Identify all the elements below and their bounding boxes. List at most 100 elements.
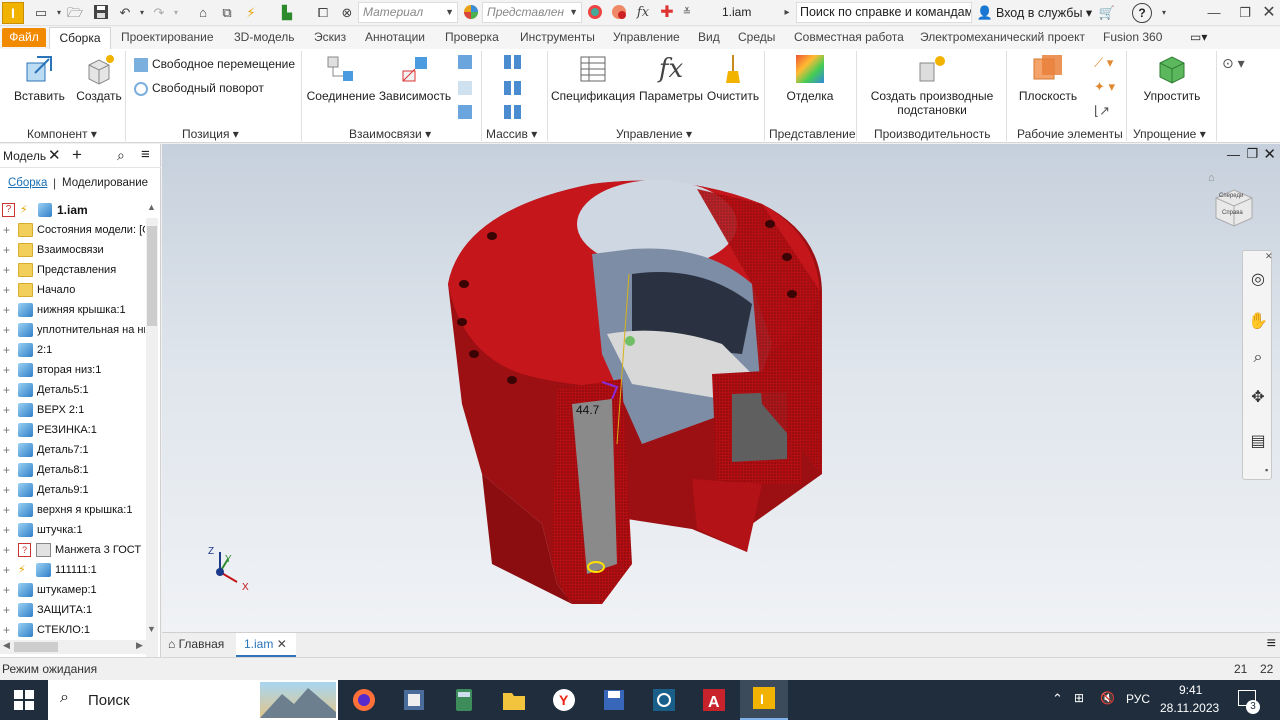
document-tab-close-icon[interactable]: ✕ [277, 637, 287, 651]
document-tab-1iam[interactable]: 1.iam ✕ [236, 633, 296, 657]
tree-item[interactable]: + вторая низ:1 [0, 360, 145, 380]
ucs-icon[interactable]: ⌊↗ [1094, 103, 1110, 119]
tree-item[interactable]: + ВЕРХ 2:1 [0, 400, 145, 420]
tab-annotate[interactable]: Аннотации [365, 30, 425, 44]
help-search-input[interactable]: Поиск по справке и командам. [796, 2, 972, 23]
pan-hand-icon[interactable]: ✋ [1247, 311, 1269, 333]
redo-dropdown-icon[interactable]: ▾ [167, 4, 185, 22]
valve-assembly-model[interactable] [448, 180, 822, 604]
create-derived-substitutes-button[interactable]: Создать производные подстановки [866, 53, 998, 117]
calculator-icon[interactable] [444, 684, 484, 716]
panel-title-position[interactable]: Позиция ▾ [182, 127, 239, 141]
material-combo[interactable]: Материал ▼ [358, 2, 458, 23]
expand-icon[interactable]: + [3, 460, 13, 480]
panel-title-simplify[interactable]: Упрощение ▾ [1133, 127, 1206, 141]
hide-relations-icon[interactable] [458, 81, 472, 95]
subtab-modeling[interactable]: Моделирование [62, 177, 148, 189]
add-icon[interactable]: ✚ [658, 4, 676, 22]
simplify-button[interactable]: Упростить [1140, 53, 1204, 103]
tray-expand-icon[interactable]: ⌃ [1052, 691, 1063, 707]
undo-icon[interactable]: ↶ [116, 4, 134, 22]
browser-search-icon[interactable]: ⌕ [117, 147, 125, 164]
open-folder-icon[interactable]: 🗁 [66, 4, 84, 22]
new-file-icon[interactable]: ▭ [32, 4, 50, 22]
tab-environments[interactable]: Среды [738, 30, 775, 44]
navbar-close-icon[interactable]: ✕ [1265, 251, 1273, 262]
ribbon-options-icon[interactable]: ⊙ ▾ [1222, 55, 1245, 72]
browser-hscrollbar-thumb[interactable] [14, 642, 58, 652]
browser-menu-icon[interactable]: ≡ [141, 146, 150, 163]
plane-button[interactable]: Плоскость [1016, 53, 1080, 103]
save-app-icon[interactable] [594, 684, 634, 716]
update-icon[interactable]: ⚡ [242, 4, 260, 22]
expand-icon[interactable]: + [3, 380, 13, 400]
orbit-icon[interactable]: ✥ [1247, 387, 1269, 409]
expand-icon[interactable]: + [3, 500, 13, 520]
tab-3d-model[interactable]: 3D-модель [234, 30, 295, 44]
tree-item[interactable]: + ⚡ 111111:1 [0, 560, 145, 580]
expand-icon[interactable]: + [3, 220, 13, 240]
tab-collaborate[interactable]: Совместная работа [794, 30, 904, 44]
finish-button[interactable]: Отделка [780, 53, 840, 103]
language-indicator[interactable]: РУС [1126, 692, 1150, 706]
appearance-override-icon[interactable] [586, 4, 604, 22]
fx-icon[interactable]: fx [634, 4, 652, 22]
expand-icon[interactable]: + [3, 420, 13, 440]
select-icon[interactable]: ⧠ [314, 4, 332, 22]
parameters-button[interactable]: fx Параметры [638, 53, 704, 103]
expand-icon[interactable]: + [3, 240, 13, 260]
clock-time[interactable]: 9:41 [1179, 683, 1202, 697]
minimize-icon[interactable]: — [1205, 4, 1223, 22]
purge-button[interactable]: Очистить [706, 53, 760, 103]
clock-date[interactable]: 28.11.2023 [1160, 701, 1219, 715]
taskbar-search[interactable]: ⌕ Поиск [48, 680, 338, 720]
help-icon[interactable]: ? [1132, 3, 1152, 23]
appearance-icon[interactable]: ⊗ [338, 4, 356, 22]
tab-fusion360[interactable]: Fusion 360 [1103, 30, 1162, 44]
expand-icon[interactable]: + [3, 480, 13, 500]
look-at-icon[interactable]: ▤ [1247, 431, 1269, 453]
navisworks-icon[interactable] [644, 684, 684, 716]
viewcube-right-face[interactable]: Справа [1222, 210, 1243, 216]
app-tool-icon[interactable] [394, 684, 434, 716]
panel-title-relations[interactable]: Взаимосвязи ▾ [349, 127, 431, 141]
expand-icon[interactable]: + [3, 520, 13, 540]
copy-components-icon[interactable] [504, 105, 522, 119]
scroll-down-icon[interactable]: ▼ [147, 624, 156, 634]
firefox-icon[interactable] [344, 684, 384, 716]
viewcube-home-icon[interactable]: ⌂ [1208, 172, 1215, 184]
home-icon[interactable]: ⌂ [194, 4, 212, 22]
browser-close-icon[interactable]: ✕ [48, 146, 61, 164]
viewport-close-icon[interactable]: ✕ [1263, 145, 1276, 163]
panel-title-manage[interactable]: Управление ▾ [616, 127, 692, 141]
tab-inspect[interactable]: Проверка [445, 30, 499, 44]
viewport-minimize-icon[interactable]: — [1227, 147, 1240, 162]
tree-item[interactable]: + Представления [0, 260, 145, 280]
measure-icon[interactable]: ▙ [278, 4, 296, 22]
tree-item[interactable]: +? Манжета 3 ГОСТ : [0, 540, 145, 560]
scroll-up-icon[interactable]: ▲ [147, 202, 156, 212]
graphics-viewport[interactable]: 44.7 Z Y X — ❐ ✕ ⌂ Спереди Справа ✕ ◎ ✋ … [162, 144, 1280, 632]
tree-item[interactable]: + верхня я крышка:1 [0, 500, 145, 520]
tree-item[interactable]: + штучка:1 [0, 520, 145, 540]
insert-button[interactable]: Вставить [14, 53, 65, 103]
expand-icon[interactable]: + [3, 260, 13, 280]
tree-item[interactable]: + Деталь9:1 [0, 480, 145, 500]
tree-item[interactable]: + РЕЗИНКА:1 [0, 420, 145, 440]
tree-item[interactable]: + Начало [0, 280, 145, 300]
mirror-icon[interactable] [504, 81, 522, 95]
create-button[interactable]: Создать [74, 53, 124, 103]
tab-view[interactable]: Вид [698, 30, 720, 44]
zoom-icon[interactable]: ⌕ [1247, 347, 1269, 369]
model-canvas[interactable]: 44.7 Z Y X [162, 144, 1280, 632]
tab-electromechanical[interactable]: Электромеханический проект [920, 30, 1085, 44]
tree-root[interactable]: ? ⚡ 1.iam [0, 200, 145, 220]
scroll-right-icon[interactable]: ▶ [136, 640, 143, 651]
expand-icon[interactable]: + [3, 560, 13, 580]
tree-item[interactable]: + СТЕКЛО:1 [0, 620, 145, 640]
ribbon-display-toggle-icon[interactable]: ▭▾ [1190, 30, 1207, 44]
expand-icon[interactable]: + [3, 540, 13, 560]
expand-icon[interactable]: + [3, 360, 13, 380]
customize-toolbar-icon[interactable]: ≚ [678, 4, 696, 22]
tree-item[interactable]: + штукамер:1 [0, 580, 145, 600]
